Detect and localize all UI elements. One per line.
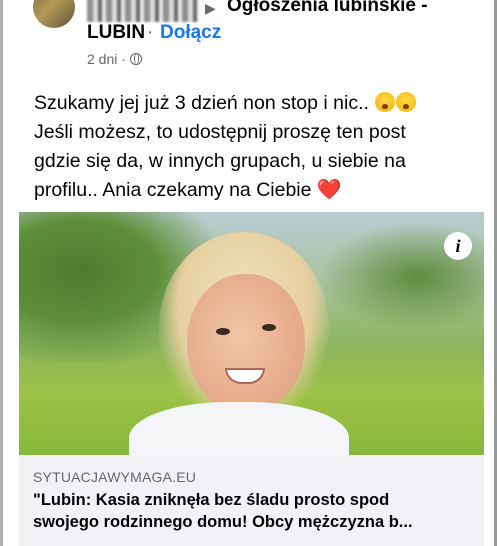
link-headline: "Lubin: Kasia zniknęła bez śladu prosto … [33, 489, 479, 533]
group-name-link[interactable]: Ogłoszenia lubińskie - [227, 0, 428, 17]
link-headline-line-1: "Lubin: Kasia zniknęła bez śladu prosto … [33, 491, 390, 509]
post-message: Szukamy jej już 3 dzień non stop i nic..… [34, 89, 464, 205]
join-group-button[interactable]: Dołącz [160, 22, 221, 44]
link-domain: SYTUACJAWYMAGA.EU [33, 469, 197, 485]
post-line-1: Szukamy jej już 3 dzień non stop i nic.. [34, 89, 464, 118]
post-line-4: profilu.. Ania czekamy na Ciebie ❤️ [34, 179, 342, 201]
author-avatar[interactable] [33, 0, 75, 28]
post-line-3: gdzie się da, w innych grupach, u siebie… [34, 150, 406, 172]
post-meta: 2 dni · [87, 51, 143, 67]
girl-face [187, 274, 305, 414]
girl-shirt [129, 402, 349, 455]
header-separator: · [147, 22, 154, 43]
link-preview-image[interactable]: i [19, 212, 484, 455]
post-time[interactable]: 2 dni [87, 51, 117, 67]
group-name-link-line2[interactable]: LUBIN [87, 22, 145, 44]
girl-eye [262, 324, 276, 331]
girl-eye [216, 328, 230, 335]
link-preview-caption[interactable]: SYTUACJAWYMAGA.EU "Lubin: Kasia zniknęła… [19, 455, 484, 546]
blurred-author-name [87, 0, 199, 22]
info-icon[interactable]: i [444, 232, 472, 260]
globe-icon[interactable] [130, 53, 143, 65]
red-heart-icon: ❤️ [316, 179, 342, 201]
meta-separator: · [121, 51, 127, 67]
crying-face-icon [375, 92, 396, 112]
post-card: ▶ Ogłoszenia lubińskie - LUBIN · Dołącz … [3, 0, 494, 546]
post-line-2: Jeśli możesz, to udostępnij proszę ten p… [34, 121, 406, 143]
arrow-icon: ▶ [205, 0, 216, 16]
link-headline-line-2: swojego rodzinnego domu! Obcy mężczyzna … [33, 513, 413, 531]
crying-face-icon [396, 92, 417, 112]
